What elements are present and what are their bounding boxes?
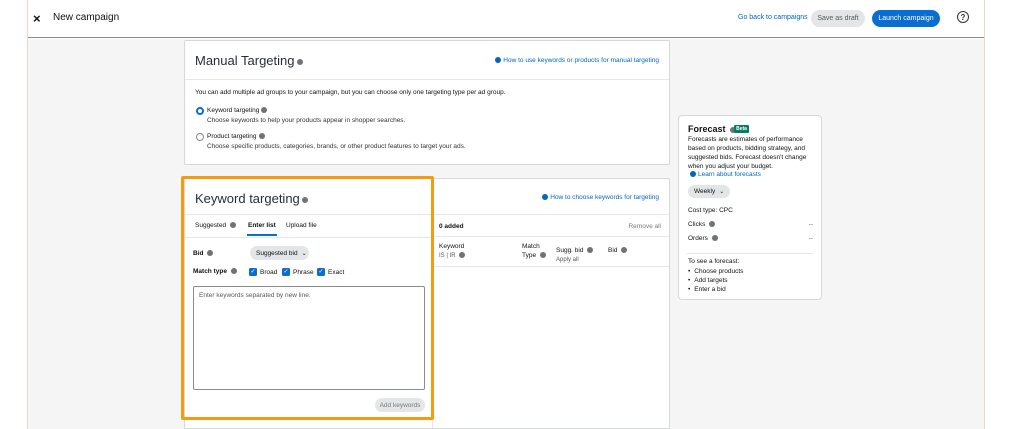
page-title: New campaign <box>53 12 120 23</box>
divider <box>432 266 669 267</box>
column-bid: Bid <box>608 246 628 255</box>
keyword-targeting-option-title[interactable]: Keyword targeting <box>207 107 268 114</box>
added-count: 0 added <box>439 223 464 230</box>
help-icon[interactable]: ? <box>957 11 969 23</box>
info-icon[interactable] <box>296 58 303 65</box>
column-keyword: Keyword IS | IR <box>439 243 466 259</box>
keyword-howto-link[interactable]: How to choose keywords for targeting <box>540 194 659 201</box>
list-item: Choose products <box>688 267 743 276</box>
list-item: Add targets <box>688 276 743 285</box>
product-targeting-option-desc: Choose specific products, categories, br… <box>207 143 466 150</box>
apply-all-link[interactable]: Apply all <box>556 257 579 263</box>
forecast-title: Forecast <box>688 124 737 134</box>
learn-forecasts-link[interactable]: Learn about forecasts <box>688 171 761 178</box>
manual-targeting-heading: Manual Targeting <box>195 53 303 68</box>
info-icon[interactable] <box>258 133 265 140</box>
info-icon[interactable] <box>621 247 628 254</box>
column-sugg-bid: Sugg. bid Apply all <box>556 246 594 265</box>
product-targeting-radio[interactable] <box>196 133 204 141</box>
save-draft-button[interactable]: Save as draft <box>811 10 865 27</box>
info-icon <box>542 194 549 201</box>
divider <box>432 236 669 237</box>
info-icon <box>690 171 696 178</box>
forecast-card: Forecast Beta Forecasts are estimates of… <box>678 115 822 300</box>
launch-campaign-button[interactable]: Launch campaign <box>872 10 940 27</box>
cost-type: Cost type: CPC <box>688 207 733 214</box>
period-select[interactable]: Weekly ⌄ <box>688 185 730 198</box>
keyword-targeting-radio[interactable] <box>196 107 204 115</box>
list-item: Enter a bid <box>688 285 743 294</box>
orders-value: -- <box>808 235 813 242</box>
manual-howto-link[interactable]: How to use keywords or products for manu… <box>493 57 659 64</box>
chevron-down-icon: ⌄ <box>719 189 725 195</box>
back-to-campaigns-link[interactable]: Go back to campaigns <box>738 14 808 21</box>
info-icon[interactable] <box>459 252 466 259</box>
orders-label: Orders <box>688 235 718 242</box>
highlight-box <box>181 176 434 420</box>
beta-badge: Beta <box>734 125 749 133</box>
info-icon[interactable] <box>709 221 716 228</box>
clicks-label: Clicks <box>688 221 716 228</box>
info-icon[interactable] <box>261 107 268 114</box>
divider <box>687 253 813 254</box>
forecast-description: Forecasts are estimates of performance b… <box>688 136 807 170</box>
remove-all-button[interactable]: Remove all <box>628 223 661 230</box>
info-icon[interactable] <box>711 235 718 242</box>
close-icon[interactable]: × <box>33 11 41 26</box>
manual-description: You can add multiple ad groups to your c… <box>195 89 506 96</box>
manual-targeting-card: Manual Targeting How to use keywords or … <box>184 40 670 165</box>
divider <box>185 79 669 80</box>
keyword-targeting-option-desc: Choose keywords to help your products ap… <box>207 117 406 124</box>
product-targeting-option-title[interactable]: Product targeting <box>207 133 265 140</box>
top-bar: × New campaign Go back to campaigns Save… <box>28 0 984 38</box>
column-match-type: Match Type <box>522 242 546 260</box>
info-icon <box>495 57 502 64</box>
info-icon[interactable] <box>587 247 594 254</box>
forecast-steps: Choose products Add targets Enter a bid <box>688 267 743 294</box>
frame-right <box>984 0 1024 429</box>
see-forecast-label: To see a forecast: <box>688 258 740 265</box>
frame-left <box>0 0 28 429</box>
clicks-value: -- <box>808 221 813 228</box>
info-icon[interactable] <box>539 252 546 259</box>
